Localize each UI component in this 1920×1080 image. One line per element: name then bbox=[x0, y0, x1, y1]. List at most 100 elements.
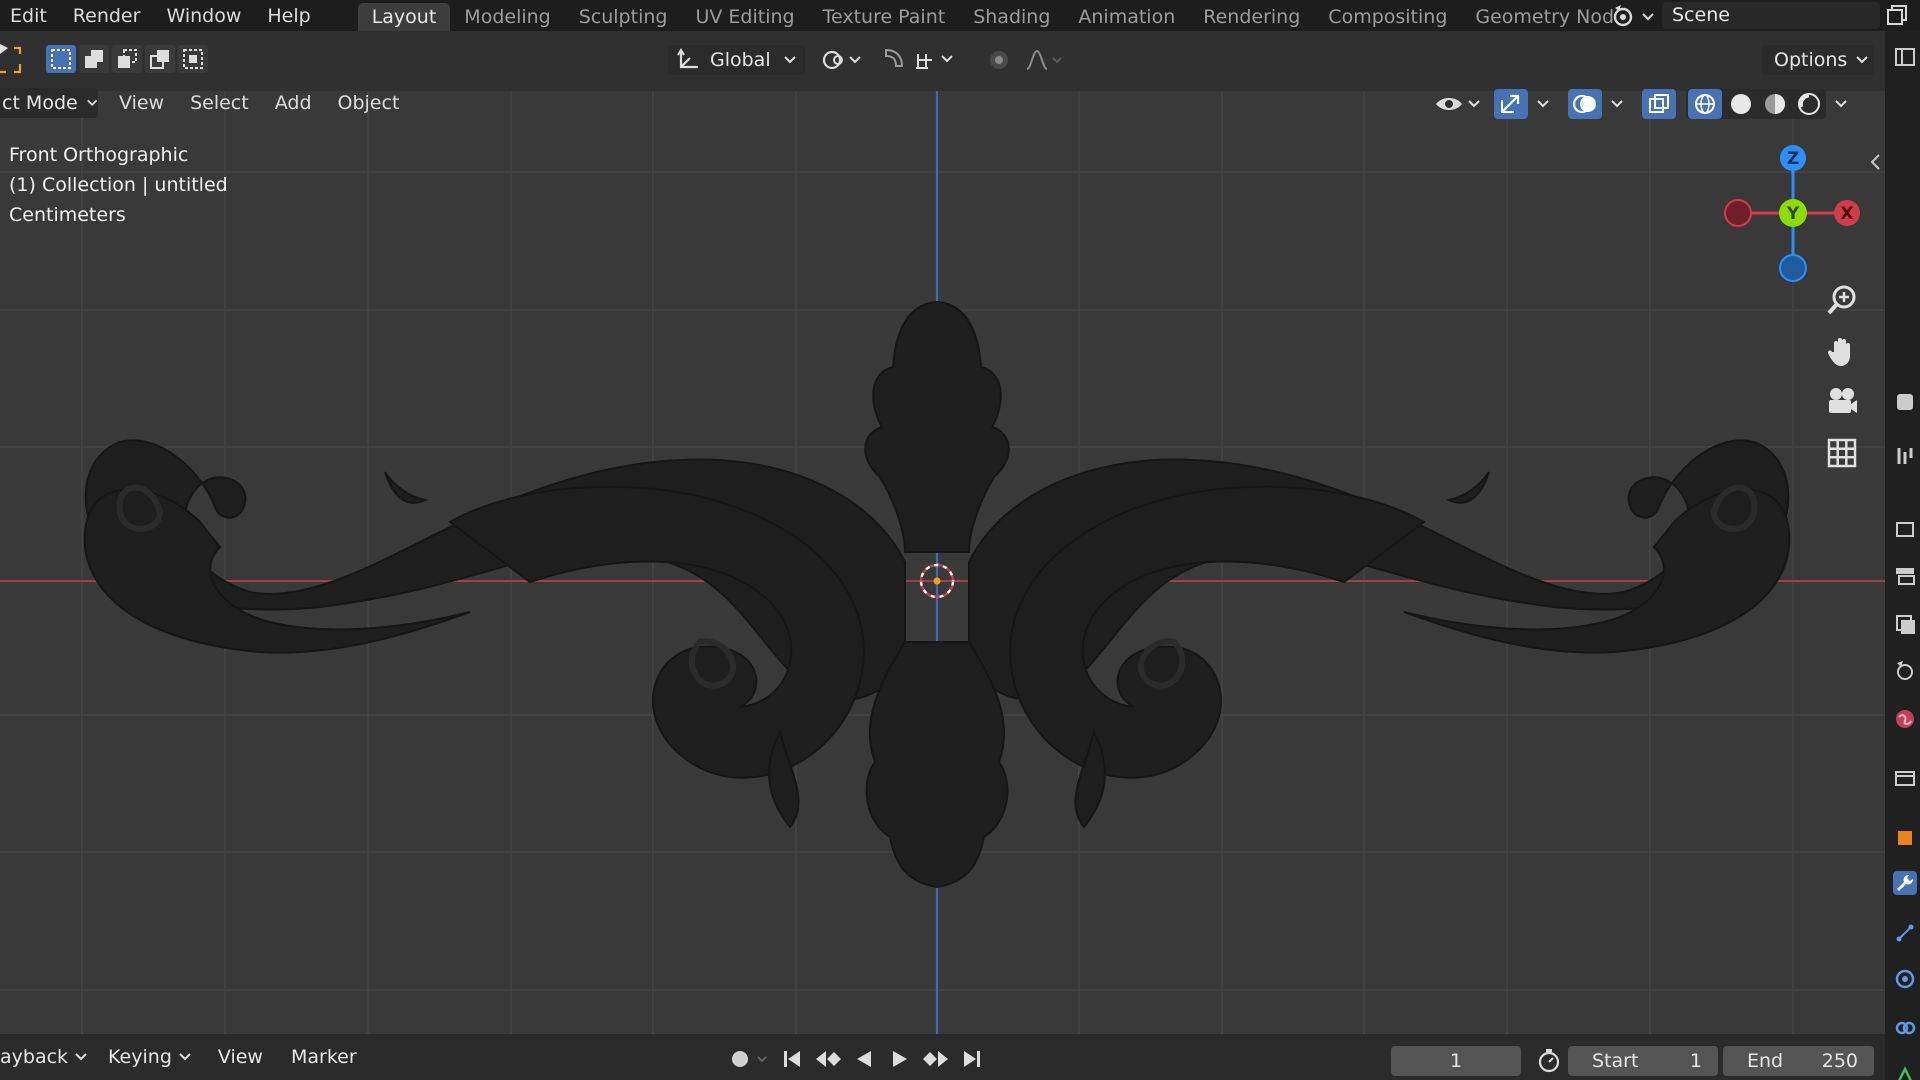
overlays-icon bbox=[1572, 94, 1596, 114]
grid-icon[interactable] bbox=[1822, 435, 1862, 471]
gizmo-toggle[interactable] bbox=[1494, 89, 1528, 119]
physics-icon[interactable] bbox=[1893, 967, 1917, 991]
keying-dropdown[interactable]: Keying bbox=[108, 1046, 198, 1068]
tab-rendering[interactable]: Rendering bbox=[1189, 3, 1314, 31]
chevron-down-icon[interactable] bbox=[1604, 91, 1630, 117]
data-properties-icon[interactable] bbox=[1893, 1065, 1917, 1080]
playback-controls bbox=[720, 1046, 986, 1072]
viewport-display-controls bbox=[1430, 88, 1854, 120]
tab-texture-paint[interactable]: Texture Paint bbox=[809, 3, 960, 31]
select-new-icon[interactable] bbox=[46, 45, 76, 73]
select-extend-icon[interactable] bbox=[79, 45, 109, 73]
menu-select[interactable]: Select bbox=[177, 92, 262, 114]
options-dropdown[interactable]: Options bbox=[1762, 45, 1874, 75]
render-properties-icon[interactable] bbox=[1893, 444, 1917, 468]
editor-type-icon[interactable] bbox=[1893, 45, 1917, 69]
xray-toggle[interactable] bbox=[1642, 89, 1676, 119]
menu-view[interactable]: View bbox=[106, 92, 177, 114]
view-layer-icon[interactable] bbox=[1893, 564, 1917, 588]
tool-settings-icon[interactable] bbox=[1893, 390, 1917, 414]
tab-geometry-nodes[interactable]: Geometry Nod bbox=[1461, 3, 1628, 31]
interaction-mode-dropdown[interactable]: ct Mode bbox=[0, 88, 98, 118]
shading-mode-group bbox=[1686, 89, 1826, 119]
keying-label: Keying bbox=[108, 1046, 172, 1068]
transform-orientation-dropdown[interactable]: Global bbox=[668, 45, 805, 75]
orientation-label: Global bbox=[710, 49, 771, 71]
end-frame-field[interactable]: End 250 bbox=[1723, 1046, 1874, 1076]
pivot-point-icon[interactable] bbox=[820, 47, 868, 73]
scene-name-field[interactable]: Scene bbox=[1662, 2, 1880, 29]
particles-icon[interactable] bbox=[1893, 921, 1917, 945]
proportional-editing-icon[interactable] bbox=[985, 47, 1065, 73]
chevron-down-icon[interactable] bbox=[1828, 91, 1854, 117]
eye-icon bbox=[1436, 98, 1480, 110]
selection-mode-group bbox=[46, 45, 208, 73]
tab-uv-editing[interactable]: UV Editing bbox=[681, 3, 808, 31]
solid-shading-icon[interactable] bbox=[1726, 89, 1756, 119]
snap-icon[interactable] bbox=[880, 46, 960, 74]
menu-render[interactable]: Render bbox=[60, 5, 154, 27]
visibility-dropdown[interactable] bbox=[1430, 89, 1486, 119]
select-subtract-icon[interactable] bbox=[112, 45, 142, 73]
start-label: Start bbox=[1592, 1050, 1639, 1072]
tab-shading[interactable]: Shading bbox=[959, 3, 1064, 31]
start-frame-field[interactable]: Start 1 bbox=[1568, 1046, 1718, 1076]
workspace-tabs: Layout Modeling Sculpting UV Editing Tex… bbox=[357, 0, 1628, 31]
world-properties-icon[interactable] bbox=[1893, 707, 1917, 731]
scene-selector[interactable] bbox=[1607, 0, 1659, 31]
menu-help[interactable]: Help bbox=[254, 5, 323, 27]
end-label: End bbox=[1747, 1050, 1784, 1072]
tab-animation[interactable]: Animation bbox=[1064, 3, 1189, 31]
gizmo-icon bbox=[1501, 94, 1520, 113]
orientation-axes-icon bbox=[677, 48, 698, 69]
jump-start-icon[interactable] bbox=[778, 1046, 806, 1072]
wireframe-shading-icon[interactable] bbox=[1688, 89, 1722, 119]
stopwatch-icon[interactable] bbox=[1536, 1047, 1562, 1075]
tab-modeling[interactable]: Modeling bbox=[450, 3, 564, 31]
prev-keyframe-icon[interactable] bbox=[814, 1046, 842, 1072]
material-shading-icon[interactable] bbox=[1760, 89, 1790, 119]
zoom-icon[interactable] bbox=[1822, 282, 1862, 318]
menu-edit[interactable]: Edit bbox=[0, 5, 60, 27]
menu-add[interactable]: Add bbox=[262, 92, 325, 114]
current-frame-field[interactable]: 1 bbox=[1391, 1046, 1521, 1076]
sidebar-toggle-icon[interactable] bbox=[1868, 152, 1882, 172]
menu-window[interactable]: Window bbox=[153, 5, 254, 27]
chevron-down-icon bbox=[179, 1053, 191, 1061]
tab-compositing[interactable]: Compositing bbox=[1314, 3, 1461, 31]
mode-label: ct Mode bbox=[2, 92, 78, 114]
tool-select-icon[interactable] bbox=[0, 44, 24, 78]
object-properties-icon[interactable] bbox=[1893, 826, 1917, 850]
xray-icon bbox=[1649, 94, 1669, 113]
constraints-icon[interactable] bbox=[1893, 1016, 1917, 1040]
jump-end-icon[interactable] bbox=[958, 1046, 986, 1072]
tab-sculpting[interactable]: Sculpting bbox=[565, 3, 682, 31]
tab-layout[interactable]: Layout bbox=[357, 3, 451, 31]
output-properties-icon[interactable] bbox=[1893, 517, 1917, 541]
timeline-menu-view[interactable]: View bbox=[204, 1046, 277, 1068]
play-reverse-icon[interactable] bbox=[850, 1046, 878, 1072]
rendered-shading-icon[interactable] bbox=[1794, 89, 1824, 119]
options-label: Options bbox=[1774, 49, 1848, 71]
navigation-gizmo[interactable]: Z X Y bbox=[1722, 142, 1862, 282]
play-icon[interactable] bbox=[886, 1046, 914, 1072]
overlays-toggle[interactable] bbox=[1568, 89, 1602, 119]
camera-icon[interactable] bbox=[1822, 384, 1862, 420]
menu-object[interactable]: Object bbox=[325, 92, 413, 114]
object-origin bbox=[933, 577, 941, 585]
collection-properties-icon[interactable] bbox=[1893, 766, 1917, 790]
playback-dropdown[interactable]: ayback bbox=[0, 1046, 94, 1068]
viewport-nav-tools bbox=[1822, 282, 1862, 471]
scene-icon[interactable] bbox=[1893, 659, 1917, 683]
new-scene-icon[interactable] bbox=[1882, 2, 1912, 29]
hand-pan-icon[interactable] bbox=[1822, 333, 1862, 369]
3d-viewport[interactable]: Front Orthographic (1) Collection | unti… bbox=[0, 82, 1885, 1034]
select-invert-icon[interactable] bbox=[145, 45, 175, 73]
select-intersect-icon[interactable] bbox=[178, 45, 208, 73]
scene-properties-icon[interactable] bbox=[1893, 612, 1917, 636]
modifier-properties-icon[interactable] bbox=[1893, 871, 1917, 895]
chevron-down-icon[interactable] bbox=[1530, 91, 1556, 117]
timeline-menu-marker[interactable]: Marker bbox=[277, 1046, 371, 1068]
next-keyframe-icon[interactable] bbox=[922, 1046, 950, 1072]
auto-keying-icon[interactable] bbox=[720, 1046, 770, 1072]
